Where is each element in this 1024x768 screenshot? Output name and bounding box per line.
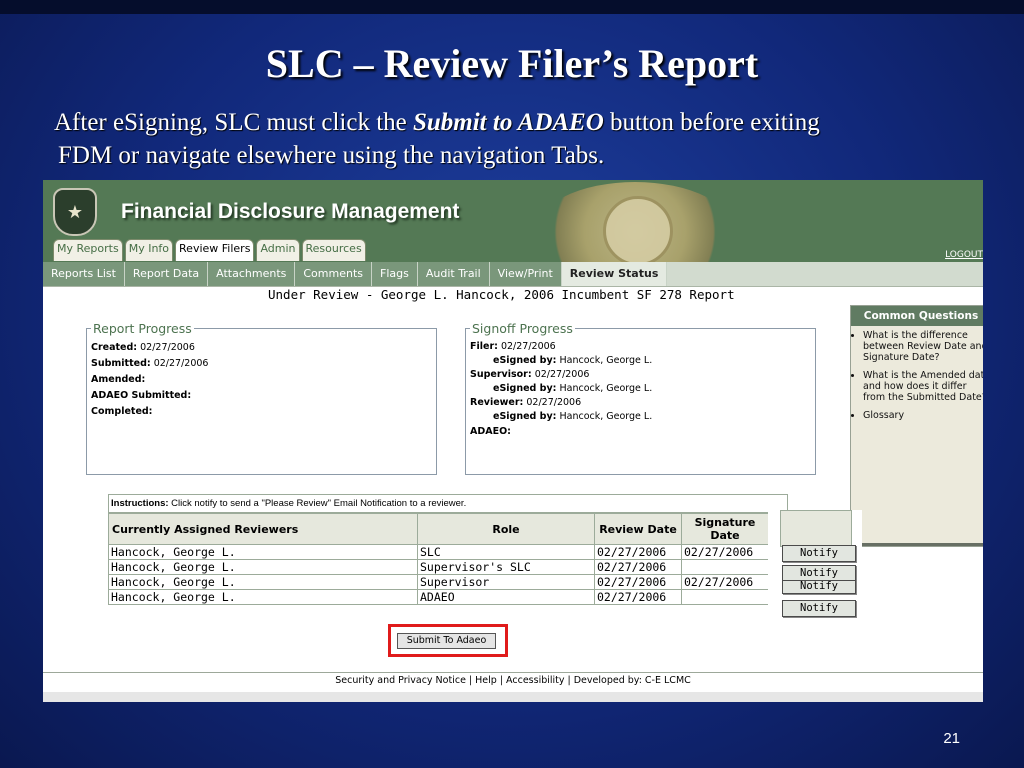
- main-tabs: My Reports My Info Review Filers Admin R…: [53, 239, 366, 261]
- subtab-comments[interactable]: Comments: [295, 262, 372, 286]
- instructions-text: Click notify to send a "Please Review" E…: [168, 498, 467, 509]
- subtitle-emphasis: Submit to ADAEO: [412, 109, 604, 136]
- tab-resources[interactable]: Resources: [301, 239, 366, 261]
- review-date: 02/27/2006: [594, 574, 682, 590]
- supervisor-signer: Hancock, George L.: [559, 383, 653, 394]
- reviewer-role: ADAEO: [417, 589, 595, 605]
- reviewer-name: Hancock, George L.: [108, 559, 418, 575]
- reviewer-role: Supervisor's SLC: [417, 559, 595, 575]
- slide-title: SLC – Review Filer’s Report: [265, 41, 759, 86]
- report-progress-panel: Report Progress Created: 02/27/2006 Subm…: [86, 321, 437, 475]
- table-row: Hancock, George L. Supervisor's SLC 02/2…: [108, 559, 769, 575]
- signature-date: [681, 589, 769, 605]
- col-header-role: Role: [417, 513, 595, 545]
- filer-signer: Hancock, George L.: [559, 355, 653, 366]
- report-progress-legend: Report Progress: [93, 321, 192, 336]
- table-header-row: Currently Assigned Reviewers Role Review…: [108, 513, 769, 545]
- reviewers-table: Currently Assigned Reviewers Role Review…: [108, 513, 769, 605]
- created-label: Created:: [91, 342, 138, 353]
- instructions-label: Instructions:: [111, 498, 169, 509]
- completed-label: Completed:: [91, 406, 153, 417]
- reviewer-date: 02/27/2006: [526, 397, 582, 408]
- signature-date: 02/27/2006: [681, 574, 769, 590]
- table-row: Hancock, George L. SLC 02/27/2006 02/27/…: [108, 544, 769, 560]
- notify-button-supervisor[interactable]: Notify: [782, 580, 856, 594]
- subtitle-text-end: button before exiting: [603, 109, 820, 136]
- sub-navigation: Reports List Report Data Attachments Com…: [43, 262, 983, 287]
- submitted-value: 02/27/2006: [153, 358, 209, 369]
- adaeo-label: ADAEO:: [470, 426, 511, 437]
- common-questions-title: Common Questions: [851, 306, 983, 326]
- submit-to-adaeo-button[interactable]: Submit To Adaeo: [397, 633, 496, 649]
- footer-bar: [43, 692, 983, 702]
- subtab-audit-trail[interactable]: Audit Trail: [417, 262, 490, 286]
- reviewer-name: Hancock, George L.: [108, 544, 418, 560]
- amended-label: Amended:: [91, 374, 146, 385]
- table-row: Hancock, George L. ADAEO 02/27/2006: [108, 589, 769, 605]
- col-header-signature-date: Signature Date: [681, 513, 769, 545]
- fdm-screenshot: ★ Financial Disclosure Management My Rep…: [43, 180, 983, 702]
- supervisor-label: Supervisor:: [470, 369, 532, 380]
- supervisor-esigned-label: eSigned by:: [493, 383, 557, 394]
- created-value: 02/27/2006: [140, 342, 195, 353]
- review-date: 02/27/2006: [594, 589, 682, 605]
- notify-button-adaeo[interactable]: Notify: [782, 600, 856, 617]
- signature-date: [681, 559, 769, 575]
- reviewer-name: Hancock, George L.: [108, 589, 418, 605]
- reviewer-esigned-label: eSigned by:: [493, 411, 557, 422]
- adaeo-submitted-label: ADAEO Submitted:: [91, 390, 192, 401]
- footer-links[interactable]: Security and Privacy Notice | Help | Acc…: [43, 675, 983, 686]
- subtab-attachments[interactable]: Attachments: [208, 262, 296, 286]
- tab-my-info[interactable]: My Info: [124, 239, 174, 261]
- seal-center-icon: [603, 196, 673, 266]
- filer-date: 02/27/2006: [500, 341, 556, 352]
- common-questions-panel: Common Questions What is the difference …: [850, 305, 983, 547]
- subtitle-line-2: FDM or navigate elsewhere using the navi…: [58, 142, 605, 169]
- app-banner: ★ Financial Disclosure Management My Rep…: [43, 180, 983, 282]
- review-date: 02/27/2006: [594, 544, 682, 560]
- notify-header-cell: [780, 510, 852, 547]
- reviewer-name: Hancock, George L.: [108, 574, 418, 590]
- reviewer-role: SLC: [417, 544, 595, 560]
- reviewer-role: Supervisor: [417, 574, 595, 590]
- supervisor-date: 02/27/2006: [534, 369, 590, 380]
- question-link-review-vs-signature[interactable]: What is the difference between Review Da…: [863, 330, 983, 363]
- col-header-reviewers: Currently Assigned Reviewers: [108, 513, 418, 545]
- filer-label: Filer:: [470, 341, 498, 352]
- subtitle-text-start: After eSigning, SLC must click the: [54, 109, 413, 136]
- instructions-bar: Instructions: Click notify to send a "Pl…: [108, 494, 788, 513]
- army-crest-icon: ★: [53, 188, 97, 236]
- panel-divider: [851, 543, 983, 546]
- report-heading: Under Review - George L. Hancock, 2006 I…: [268, 287, 735, 302]
- tab-admin[interactable]: Admin: [256, 239, 300, 261]
- reviewer-label: Reviewer:: [470, 397, 524, 408]
- app-title: Financial Disclosure Management: [121, 200, 460, 223]
- question-link-amended-date[interactable]: What is the Amended date and how does it…: [863, 370, 983, 403]
- footer-divider: [43, 672, 983, 673]
- reviewer-signer: Hancock, George L.: [559, 411, 653, 422]
- tab-review-filers[interactable]: Review Filers: [175, 239, 255, 261]
- subtab-flags[interactable]: Flags: [372, 262, 418, 286]
- tab-my-reports[interactable]: My Reports: [53, 239, 123, 261]
- notify-column: Notify Notify Notify Notify: [768, 510, 862, 630]
- notify-button-slc[interactable]: Notify: [782, 545, 856, 562]
- col-header-review-date: Review Date: [594, 513, 682, 545]
- signoff-progress-panel: Signoff Progress Filer: 02/27/2006 eSign…: [465, 321, 816, 475]
- review-date: 02/27/2006: [594, 559, 682, 575]
- signature-date: 02/27/2006: [681, 544, 769, 560]
- slide-subtitle: After eSigning, SLC must click the Submi…: [54, 106, 954, 172]
- slide-top-strip: [0, 0, 1024, 14]
- glossary-link[interactable]: Glossary: [863, 410, 983, 421]
- slide-page-number: 21: [943, 730, 960, 747]
- signoff-progress-legend: Signoff Progress: [472, 321, 573, 336]
- subtab-view-print[interactable]: View/Print: [489, 262, 562, 286]
- table-row: Hancock, George L. Supervisor 02/27/2006…: [108, 574, 769, 590]
- subtab-reports-list[interactable]: Reports List: [43, 262, 125, 286]
- subtab-report-data[interactable]: Report Data: [124, 262, 209, 286]
- filer-esigned-label: eSigned by:: [493, 355, 557, 366]
- submitted-label: Submitted:: [91, 358, 151, 369]
- subtab-review-status[interactable]: Review Status: [561, 262, 668, 286]
- submit-highlight-box: Submit To Adaeo: [388, 624, 508, 657]
- logout-link[interactable]: LOGOUT: [945, 250, 983, 260]
